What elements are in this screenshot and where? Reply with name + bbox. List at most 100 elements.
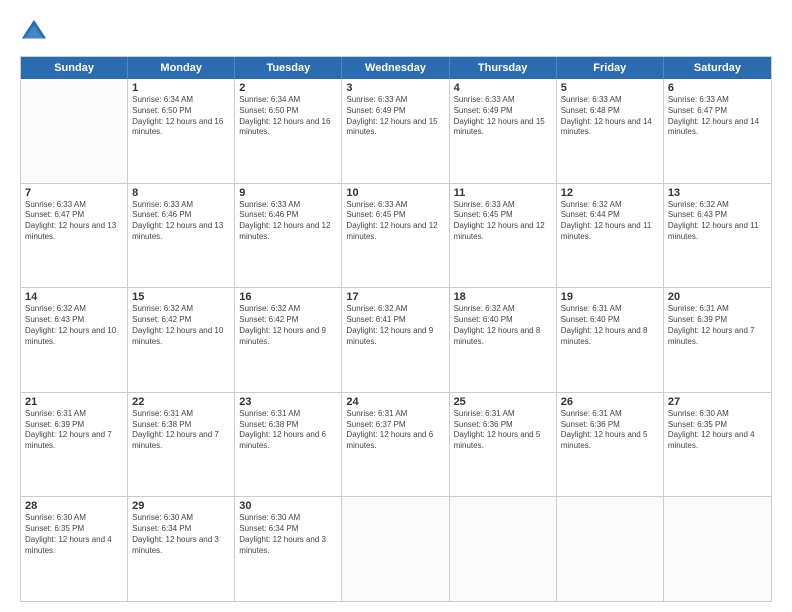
cell-info-line: Sunset: 6:39 PM (668, 315, 767, 326)
day-number: 14 (25, 291, 123, 303)
day-cell-27: 27Sunrise: 6:30 AMSunset: 6:35 PMDayligh… (664, 393, 771, 497)
day-cell-18: 18Sunrise: 6:32 AMSunset: 6:40 PMDayligh… (450, 288, 557, 392)
day-number: 2 (239, 82, 337, 94)
cell-info-line: Sunrise: 6:32 AM (25, 304, 123, 315)
day-cell-6: 6Sunrise: 6:33 AMSunset: 6:47 PMDaylight… (664, 79, 771, 183)
cell-info-line: Sunset: 6:42 PM (239, 315, 337, 326)
cell-info-line: Sunrise: 6:32 AM (346, 304, 444, 315)
cell-info-line: Daylight: 12 hours and 14 minutes. (561, 117, 659, 139)
cell-info-line: Sunrise: 6:31 AM (454, 409, 552, 420)
cell-info-line: Daylight: 12 hours and 14 minutes. (668, 117, 767, 139)
cell-info-line: Daylight: 12 hours and 10 minutes. (25, 326, 123, 348)
page: SundayMondayTuesdayWednesdayThursdayFrid… (0, 0, 792, 612)
cell-info-line: Sunset: 6:41 PM (346, 315, 444, 326)
cell-info-line: Daylight: 12 hours and 12 minutes. (346, 221, 444, 243)
day-number: 20 (668, 291, 767, 303)
header-day-friday: Friday (557, 57, 664, 79)
day-cell-22: 22Sunrise: 6:31 AMSunset: 6:38 PMDayligh… (128, 393, 235, 497)
cell-info-line: Sunrise: 6:31 AM (239, 409, 337, 420)
cell-info-line: Sunset: 6:43 PM (25, 315, 123, 326)
day-cell-12: 12Sunrise: 6:32 AMSunset: 6:44 PMDayligh… (557, 184, 664, 288)
day-cell-8: 8Sunrise: 6:33 AMSunset: 6:46 PMDaylight… (128, 184, 235, 288)
cell-info-line: Daylight: 12 hours and 16 minutes. (132, 117, 230, 139)
day-cell-14: 14Sunrise: 6:32 AMSunset: 6:43 PMDayligh… (21, 288, 128, 392)
cell-info-line: Daylight: 12 hours and 4 minutes. (25, 535, 123, 557)
cell-info-line: Daylight: 12 hours and 9 minutes. (346, 326, 444, 348)
day-number: 24 (346, 396, 444, 408)
cell-info-line: Daylight: 12 hours and 11 minutes. (668, 221, 767, 243)
cell-info-line: Sunrise: 6:31 AM (346, 409, 444, 420)
calendar-row-4: 21Sunrise: 6:31 AMSunset: 6:39 PMDayligh… (21, 392, 771, 497)
cell-info-line: Sunrise: 6:33 AM (668, 95, 767, 106)
day-number: 3 (346, 82, 444, 94)
day-cell-2: 2Sunrise: 6:34 AMSunset: 6:50 PMDaylight… (235, 79, 342, 183)
cell-info-line: Sunrise: 6:33 AM (346, 200, 444, 211)
calendar-body: 1Sunrise: 6:34 AMSunset: 6:50 PMDaylight… (21, 79, 771, 601)
day-number: 18 (454, 291, 552, 303)
day-cell-26: 26Sunrise: 6:31 AMSunset: 6:36 PMDayligh… (557, 393, 664, 497)
day-number: 28 (25, 500, 123, 512)
cell-info-line: Sunrise: 6:32 AM (239, 304, 337, 315)
cell-info-line: Sunrise: 6:33 AM (454, 200, 552, 211)
calendar-row-2: 7Sunrise: 6:33 AMSunset: 6:47 PMDaylight… (21, 183, 771, 288)
cell-info-line: Sunset: 6:49 PM (346, 106, 444, 117)
day-cell-4: 4Sunrise: 6:33 AMSunset: 6:49 PMDaylight… (450, 79, 557, 183)
cell-info-line: Daylight: 12 hours and 3 minutes. (132, 535, 230, 557)
cell-info-line: Daylight: 12 hours and 16 minutes. (239, 117, 337, 139)
empty-cell (21, 79, 128, 183)
day-number: 19 (561, 291, 659, 303)
cell-info-line: Sunset: 6:34 PM (239, 524, 337, 535)
day-number: 12 (561, 187, 659, 199)
cell-info-line: Sunrise: 6:33 AM (132, 200, 230, 211)
day-cell-29: 29Sunrise: 6:30 AMSunset: 6:34 PMDayligh… (128, 497, 235, 601)
day-number: 15 (132, 291, 230, 303)
cell-info-line: Sunset: 6:48 PM (561, 106, 659, 117)
empty-cell (450, 497, 557, 601)
cell-info-line: Sunrise: 6:31 AM (561, 304, 659, 315)
logo-icon (20, 18, 48, 46)
day-number: 1 (132, 82, 230, 94)
day-number: 6 (668, 82, 767, 94)
cell-info-line: Daylight: 12 hours and 13 minutes. (132, 221, 230, 243)
cell-info-line: Daylight: 12 hours and 7 minutes. (668, 326, 767, 348)
empty-cell (342, 497, 449, 601)
cell-info-line: Sunset: 6:45 PM (346, 210, 444, 221)
cell-info-line: Sunset: 6:34 PM (132, 524, 230, 535)
cell-info-line: Sunset: 6:35 PM (25, 524, 123, 535)
cell-info-line: Sunset: 6:46 PM (239, 210, 337, 221)
cell-info-line: Sunset: 6:38 PM (132, 420, 230, 431)
day-number: 17 (346, 291, 444, 303)
cell-info-line: Sunrise: 6:32 AM (454, 304, 552, 315)
cell-info-line: Sunset: 6:37 PM (346, 420, 444, 431)
day-number: 10 (346, 187, 444, 199)
cell-info-line: Sunrise: 6:33 AM (561, 95, 659, 106)
day-cell-7: 7Sunrise: 6:33 AMSunset: 6:47 PMDaylight… (21, 184, 128, 288)
day-cell-17: 17Sunrise: 6:32 AMSunset: 6:41 PMDayligh… (342, 288, 449, 392)
cell-info-line: Sunrise: 6:34 AM (132, 95, 230, 106)
header-day-thursday: Thursday (450, 57, 557, 79)
day-cell-25: 25Sunrise: 6:31 AMSunset: 6:36 PMDayligh… (450, 393, 557, 497)
cell-info-line: Sunrise: 6:33 AM (346, 95, 444, 106)
calendar-row-1: 1Sunrise: 6:34 AMSunset: 6:50 PMDaylight… (21, 79, 771, 183)
logo (20, 18, 50, 46)
day-cell-24: 24Sunrise: 6:31 AMSunset: 6:37 PMDayligh… (342, 393, 449, 497)
cell-info-line: Daylight: 12 hours and 5 minutes. (454, 430, 552, 452)
cell-info-line: Sunrise: 6:30 AM (25, 513, 123, 524)
day-number: 13 (668, 187, 767, 199)
day-cell-30: 30Sunrise: 6:30 AMSunset: 6:34 PMDayligh… (235, 497, 342, 601)
cell-info-line: Sunset: 6:35 PM (668, 420, 767, 431)
cell-info-line: Daylight: 12 hours and 4 minutes. (668, 430, 767, 452)
cell-info-line: Sunset: 6:36 PM (454, 420, 552, 431)
cell-info-line: Daylight: 12 hours and 10 minutes. (132, 326, 230, 348)
empty-cell (664, 497, 771, 601)
cell-info-line: Sunset: 6:49 PM (454, 106, 552, 117)
cell-info-line: Sunrise: 6:33 AM (25, 200, 123, 211)
cell-info-line: Daylight: 12 hours and 12 minutes. (239, 221, 337, 243)
cell-info-line: Daylight: 12 hours and 15 minutes. (346, 117, 444, 139)
cell-info-line: Daylight: 12 hours and 6 minutes. (239, 430, 337, 452)
header-day-saturday: Saturday (664, 57, 771, 79)
cell-info-line: Daylight: 12 hours and 7 minutes. (25, 430, 123, 452)
day-number: 16 (239, 291, 337, 303)
cell-info-line: Sunrise: 6:34 AM (239, 95, 337, 106)
cell-info-line: Sunrise: 6:31 AM (561, 409, 659, 420)
